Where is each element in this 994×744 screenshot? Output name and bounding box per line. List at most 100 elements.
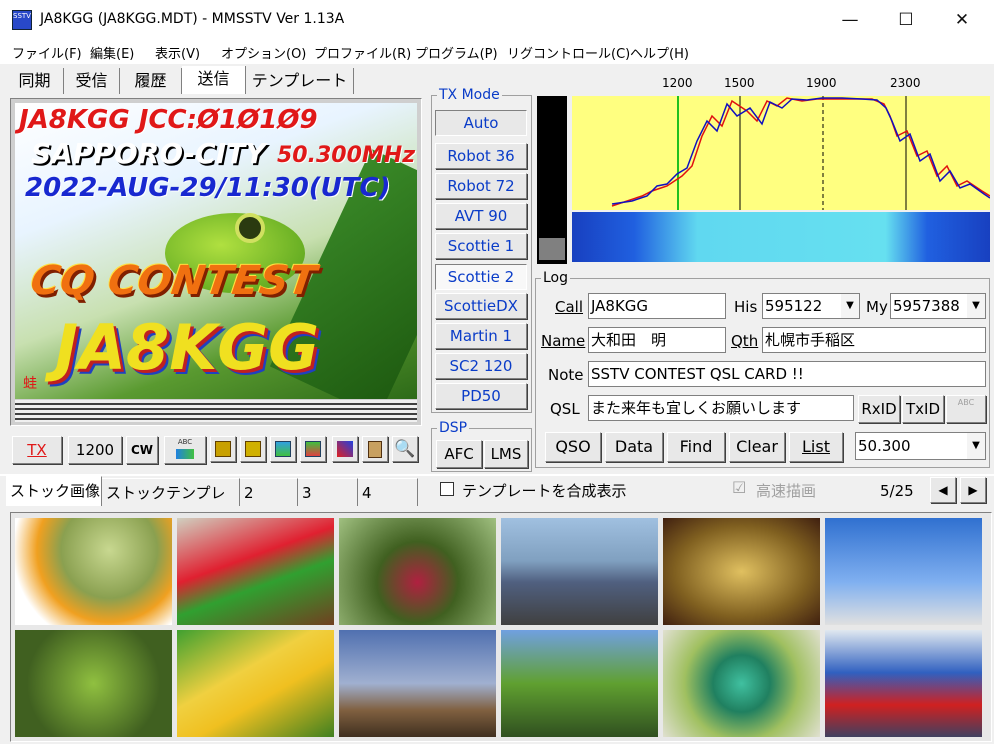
template-image-icon[interactable] bbox=[300, 436, 326, 462]
thumb-fisherman[interactable] bbox=[825, 630, 982, 737]
mode-pd50[interactable]: PD50 bbox=[435, 383, 527, 409]
qsl-input[interactable]: また来年も宜しくお願いします bbox=[588, 395, 854, 421]
note-input[interactable]: SSTV CONTEST QSL CARD !! bbox=[588, 361, 986, 387]
mode-sc2-120[interactable]: SC2 120 bbox=[435, 353, 527, 379]
log-label: Log bbox=[541, 270, 571, 286]
menu-edit[interactable]: 編集(E) bbox=[90, 43, 134, 62]
tab-receive[interactable]: 受信 bbox=[64, 68, 120, 94]
my-dropdown-icon[interactable]: ▼ bbox=[967, 294, 985, 318]
tick-1500: 1500 bbox=[724, 76, 755, 90]
mode-martin1[interactable]: Martin 1 bbox=[435, 323, 527, 349]
maximize-button[interactable]: ☐ bbox=[878, 0, 934, 40]
qth-input[interactable]: 札幌市手稲区 bbox=[762, 327, 986, 353]
menu-rig-control[interactable]: リグコントロール(C) bbox=[507, 43, 630, 62]
fast-draw-checkbox[interactable]: ☑ bbox=[732, 478, 746, 497]
template-composite-label: テンプレートを合成表示 bbox=[462, 482, 627, 500]
mode-robot36[interactable]: Robot 36 bbox=[435, 143, 527, 169]
his-input[interactable]: 595122 ▼ bbox=[762, 293, 860, 319]
mode-scottie2[interactable]: Scottie 2 bbox=[435, 264, 527, 290]
call-input[interactable]: JA8KGG bbox=[588, 293, 726, 319]
find-button[interactable]: Find bbox=[667, 432, 725, 462]
menu-file[interactable]: ファイル(F) bbox=[12, 43, 82, 62]
edit-image-glyph bbox=[337, 441, 353, 457]
mode-auto[interactable]: Auto bbox=[435, 110, 527, 136]
thumb-garden[interactable] bbox=[501, 630, 658, 737]
paste-image-glyph bbox=[275, 441, 291, 457]
tick-1900: 1900 bbox=[806, 76, 837, 90]
thumb-berries[interactable] bbox=[339, 518, 496, 625]
tab-transmit[interactable]: 送信 bbox=[182, 66, 246, 94]
tx-button[interactable]: TX bbox=[12, 436, 62, 464]
list-button[interactable]: List bbox=[789, 432, 843, 462]
cw-button[interactable]: CW bbox=[126, 436, 158, 464]
close-button[interactable]: ✕ bbox=[934, 0, 990, 40]
menu-program[interactable]: プログラム(P) bbox=[415, 43, 498, 62]
menu-option[interactable]: オプション(O) bbox=[221, 43, 306, 62]
save-image-icon[interactable] bbox=[240, 436, 266, 462]
app-icon: SSTV bbox=[12, 10, 32, 30]
minimize-button[interactable]: — bbox=[822, 0, 878, 40]
tx-progress bbox=[15, 400, 417, 422]
thumb-man-at-viewpoint[interactable] bbox=[501, 518, 658, 625]
txid-button[interactable]: TxID bbox=[902, 395, 944, 423]
thumb-chestnuts[interactable] bbox=[15, 630, 172, 737]
afc-button[interactable]: AFC bbox=[436, 440, 482, 468]
qth-label: Qth bbox=[731, 332, 759, 350]
paste-image-icon[interactable] bbox=[270, 436, 296, 462]
template-composite-checkbox[interactable] bbox=[440, 482, 454, 496]
mode-robot72[interactable]: Robot 72 bbox=[435, 173, 527, 199]
rxid-button[interactable]: RxID bbox=[858, 395, 900, 423]
edit-image-icon[interactable] bbox=[332, 436, 358, 462]
mode-scottie1[interactable]: Scottie 1 bbox=[435, 233, 527, 259]
name-input[interactable]: 大和田 明 bbox=[588, 327, 726, 353]
tx-stamp: 蛙 bbox=[23, 376, 37, 392]
frequency-dropdown-icon[interactable]: ▼ bbox=[967, 433, 985, 459]
thumb-fish[interactable] bbox=[663, 518, 820, 625]
tx-line3-date: 2022-AUG-29/11:30(UTC) bbox=[25, 173, 391, 203]
lms-button[interactable]: LMS bbox=[484, 440, 528, 468]
clear-button[interactable]: Clear bbox=[729, 432, 785, 462]
search-icon[interactable]: 🔍 bbox=[392, 436, 418, 462]
tab-stock-template-3[interactable]: 3 bbox=[298, 478, 358, 506]
thumb-wind-turbine[interactable] bbox=[825, 518, 982, 625]
tab-history[interactable]: 履歴 bbox=[120, 68, 182, 94]
my-input[interactable]: 5957388 ▼ bbox=[890, 293, 986, 319]
waterfall-display[interactable] bbox=[572, 212, 990, 262]
tab-stock-template-4[interactable]: 4 bbox=[358, 478, 418, 506]
tab-stock-template-2[interactable]: 2 bbox=[240, 478, 298, 506]
tick-2300: 2300 bbox=[890, 76, 921, 90]
speed-button[interactable]: 1200 bbox=[68, 436, 122, 464]
mode-avt90[interactable]: AVT 90 bbox=[435, 203, 527, 229]
window-title: JA8KGG (JA8KGG.MDT) - MMSSTV Ver 1.13A bbox=[40, 11, 345, 27]
tab-sync[interactable]: 同期 bbox=[6, 68, 64, 94]
next-page-button[interactable]: ▶ bbox=[960, 477, 986, 503]
abc-id-button[interactable]: ABC bbox=[946, 395, 986, 423]
tab-template[interactable]: テンプレート bbox=[246, 68, 354, 94]
qso-button[interactable]: QSO bbox=[545, 432, 601, 462]
thumb-watermelon[interactable] bbox=[177, 518, 334, 625]
clipboard-icon[interactable] bbox=[362, 436, 388, 462]
tab-stock-image[interactable]: ストック画像 bbox=[6, 476, 102, 506]
data-button[interactable]: Data bbox=[605, 432, 663, 462]
convert-arrow-icon bbox=[176, 449, 194, 459]
thumb-corn[interactable] bbox=[177, 630, 334, 737]
stock-separator bbox=[0, 474, 994, 476]
fast-draw-label: 高速描画 bbox=[756, 482, 817, 500]
spectrum-display[interactable] bbox=[572, 96, 990, 210]
prev-page-button[interactable]: ◀ bbox=[930, 477, 956, 503]
mode-scottiedx[interactable]: ScottieDX bbox=[435, 293, 527, 319]
abc-convert-button[interactable]: ABC bbox=[164, 436, 206, 464]
frequency-select[interactable]: 50.300 ▼ bbox=[855, 432, 986, 460]
thumb-mosquito-coil[interactable] bbox=[663, 630, 820, 737]
tx-image[interactable]: JA8KGG JCC:Ø1Ø1Ø9 SAPPORO-CITY 50.300MHz… bbox=[15, 103, 417, 399]
thumb-melon[interactable] bbox=[15, 518, 172, 625]
tab-stock-template-1[interactable]: ストックテンプレート 1 bbox=[102, 478, 240, 530]
menu-help[interactable]: ヘルプ(H) bbox=[630, 43, 689, 62]
tx-mode-label: TX Mode bbox=[437, 87, 502, 103]
his-dropdown-icon[interactable]: ▼ bbox=[841, 294, 859, 318]
menu-view[interactable]: 表示(V) bbox=[155, 43, 200, 62]
load-image-icon[interactable] bbox=[210, 436, 236, 462]
thumb-antenna-field[interactable] bbox=[339, 630, 496, 737]
menu-profile[interactable]: プロファイル(R) bbox=[314, 43, 411, 62]
tx-line2-city: SAPPORO-CITY bbox=[31, 137, 266, 170]
